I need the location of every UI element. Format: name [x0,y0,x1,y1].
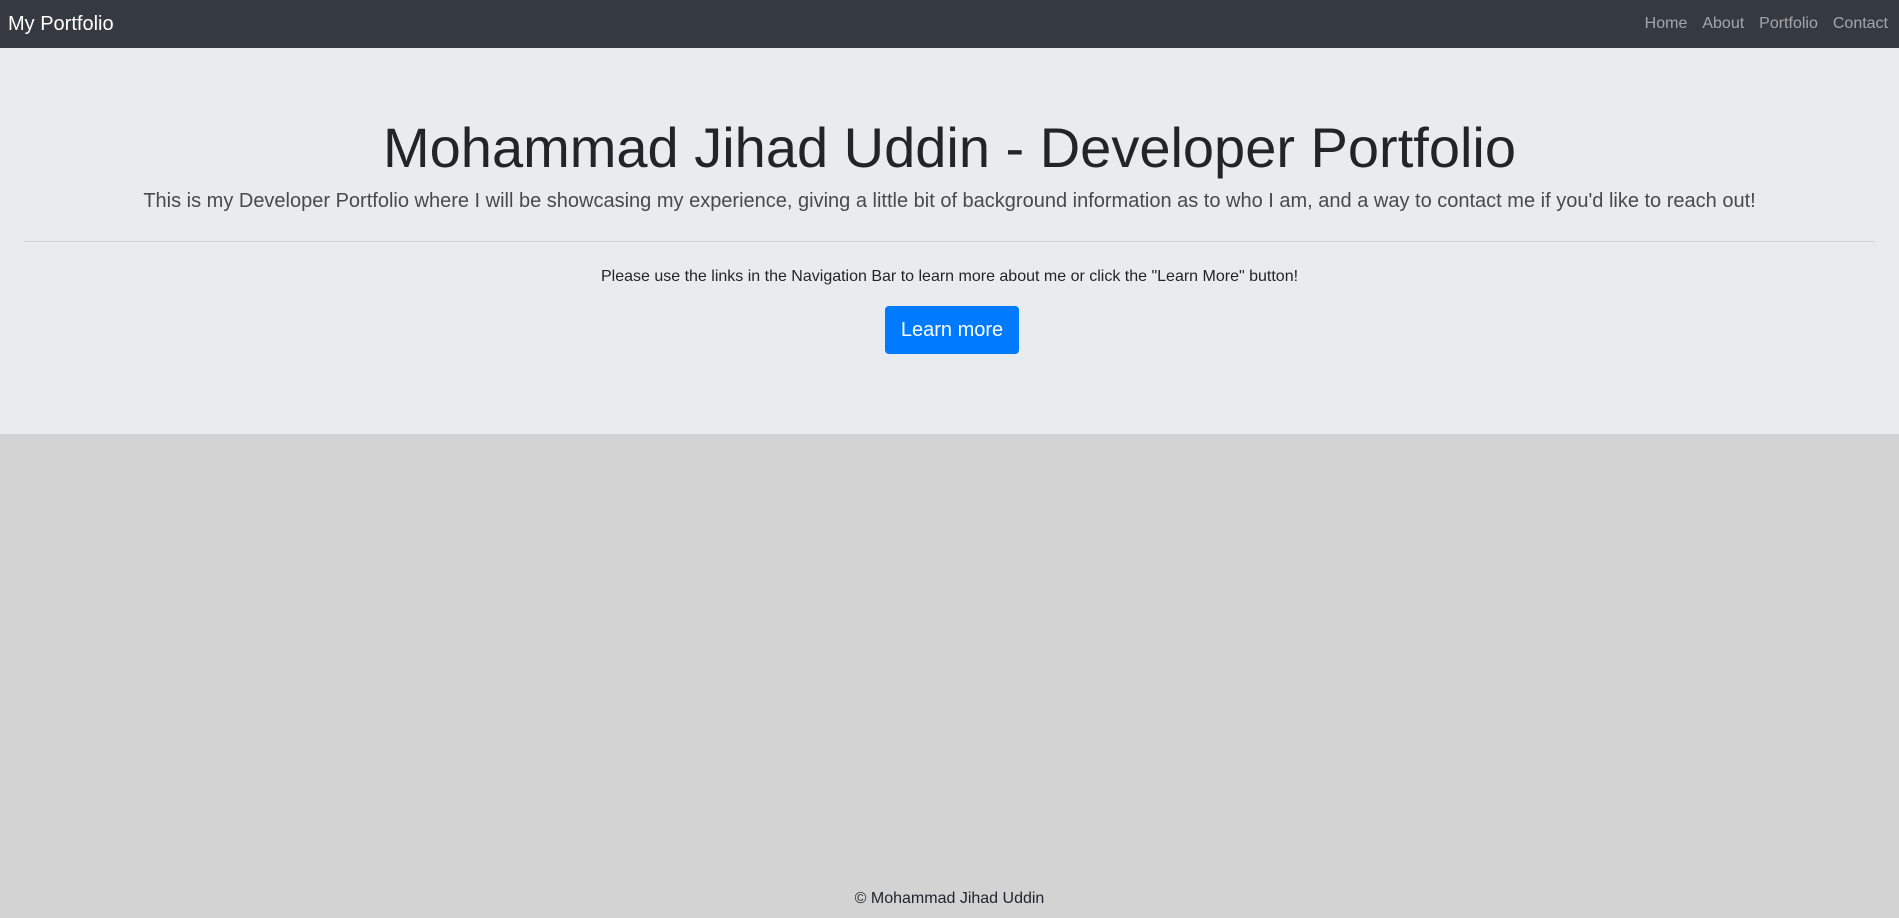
nav-links: Home About Portfolio Contact [1630,0,1891,48]
footer: © Mohammad Jihad Uddin [0,890,1899,908]
divider [24,241,1875,242]
learn-more-button[interactable]: Learn more [885,306,1019,354]
hero-lead-text: This is my Developer Portfolio where I w… [143,190,1756,212]
footer-copyright: © Mohammad Jihad Uddin [854,890,1045,907]
nav-link-contact[interactable]: Contact [1833,15,1888,33]
navbar: My Portfolio Home About Portfolio Contac… [0,0,1899,48]
page-title: Mohammad Jihad Uddin - Developer Portfol… [383,116,1516,179]
hero-info-text: Please use the links in the Navigation B… [600,268,1299,285]
hero-section: Mohammad Jihad Uddin - Developer Portfol… [0,48,1899,434]
nav-link-home[interactable]: Home [1645,15,1688,33]
nav-link-about[interactable]: About [1702,15,1744,33]
brand-link[interactable]: My Portfolio [8,13,114,36]
nav-link-portfolio[interactable]: Portfolio [1759,15,1818,33]
